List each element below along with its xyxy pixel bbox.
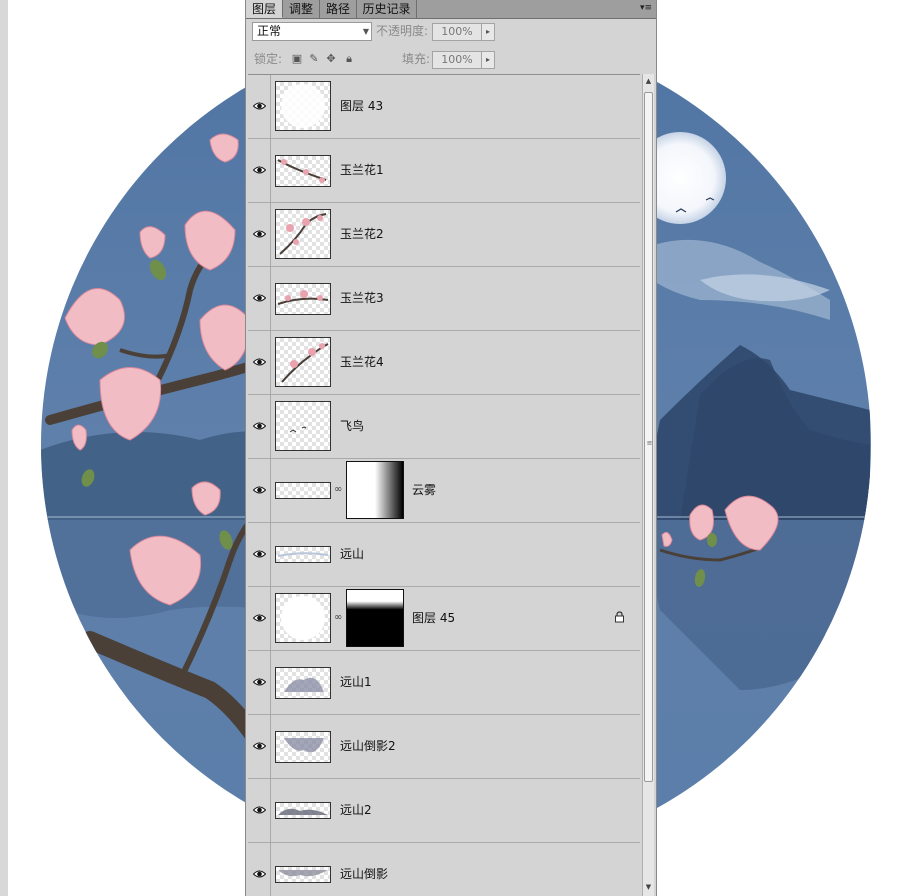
eye-icon bbox=[253, 806, 266, 814]
layer-mask-thumbnail[interactable] bbox=[346, 461, 404, 519]
layer-thumbnail bbox=[275, 731, 331, 763]
visibility-toggle[interactable] bbox=[248, 459, 271, 522]
layer-row[interactable]: 玉兰花3 bbox=[248, 267, 640, 331]
lock-all-icon[interactable]: 🔒︎ bbox=[342, 52, 356, 66]
scroll-down-icon[interactable]: ▼ bbox=[643, 882, 654, 892]
layer-thumbnail bbox=[275, 546, 331, 563]
layer-row[interactable]: 玉兰花2 bbox=[248, 203, 640, 267]
layer-row[interactable]: 远山1 bbox=[248, 651, 640, 715]
panel-menu-icon[interactable]: ▾≡ bbox=[639, 2, 653, 15]
visibility-toggle[interactable] bbox=[248, 523, 271, 586]
eye-icon bbox=[253, 294, 266, 302]
blend-mode-value: 正常 bbox=[257, 24, 282, 38]
visibility-toggle[interactable] bbox=[248, 139, 271, 202]
layer-name[interactable]: 远山 bbox=[340, 523, 364, 586]
layer-thumbnail bbox=[275, 866, 331, 883]
eye-icon bbox=[253, 678, 266, 686]
chevron-down-icon: ▼ bbox=[362, 27, 369, 36]
layer-row[interactable]: 图层 43 bbox=[248, 75, 640, 139]
layer-thumbnail bbox=[275, 667, 331, 699]
layer-thumbnail bbox=[275, 337, 331, 387]
layer-row[interactable]: 玉兰花1 bbox=[248, 139, 640, 203]
lock-move-icon[interactable]: ✥ bbox=[324, 52, 338, 66]
visibility-toggle[interactable] bbox=[248, 75, 271, 138]
eye-icon bbox=[253, 870, 266, 878]
eye-icon bbox=[253, 550, 266, 558]
layers-scrollbar[interactable]: ▲ ≡ ▼ bbox=[642, 74, 654, 896]
opacity-slider-button[interactable]: ▸ bbox=[481, 23, 495, 41]
layers-list: 图层 43 玉兰花1 玉兰花2 玉兰花3 玉兰花4 飞鸟 ∞ 云雾 远山 ∞ 图… bbox=[248, 74, 640, 896]
eye-icon bbox=[253, 166, 266, 174]
layer-name[interactable]: 图层 43 bbox=[340, 75, 383, 138]
layer-row[interactable]: 远山倒影 bbox=[248, 843, 640, 896]
layer-name[interactable]: 飞鸟 bbox=[340, 395, 364, 458]
fill-field[interactable]: 100% bbox=[432, 51, 482, 69]
layer-thumbnail bbox=[275, 283, 331, 315]
eye-icon bbox=[253, 422, 266, 430]
layer-name[interactable]: 玉兰花4 bbox=[340, 331, 384, 394]
visibility-toggle[interactable] bbox=[248, 587, 271, 650]
tab-adjustments[interactable]: 调整 bbox=[283, 0, 320, 18]
eye-icon bbox=[253, 358, 266, 366]
layer-name[interactable]: 玉兰花1 bbox=[340, 139, 384, 202]
visibility-toggle[interactable] bbox=[248, 843, 271, 896]
layer-row[interactable]: ∞ 云雾 bbox=[248, 459, 640, 523]
layer-name[interactable]: 玉兰花2 bbox=[340, 203, 384, 266]
lock-transparent-icon[interactable]: ▣ bbox=[290, 52, 304, 66]
grip-icon: ≡ bbox=[646, 439, 653, 447]
layer-row[interactable]: 飞鸟 bbox=[248, 395, 640, 459]
layer-name[interactable]: 图层 45 bbox=[412, 587, 455, 650]
layer-row[interactable]: 远山 bbox=[248, 523, 640, 587]
visibility-toggle[interactable] bbox=[248, 331, 271, 394]
visibility-toggle[interactable] bbox=[248, 395, 271, 458]
layer-thumbnail bbox=[275, 802, 331, 819]
panel-tabbar: 图层 调整 路径 历史记录 ▾≡ bbox=[246, 0, 656, 19]
layer-thumbnail bbox=[275, 209, 331, 259]
layer-thumbnail bbox=[275, 81, 331, 131]
opacity-field[interactable]: 100% bbox=[432, 23, 482, 41]
link-icon[interactable]: ∞ bbox=[334, 483, 342, 497]
eye-icon bbox=[253, 614, 266, 622]
layer-name[interactable]: 远山2 bbox=[340, 779, 372, 842]
layer-mask-thumbnail[interactable] bbox=[346, 589, 404, 647]
layer-row[interactable]: 玉兰花4 bbox=[248, 331, 640, 395]
layer-name[interactable]: 玉兰花3 bbox=[340, 267, 384, 330]
tab-history[interactable]: 历史记录 bbox=[357, 0, 417, 18]
lock-label: 锁定: bbox=[254, 52, 283, 66]
layer-thumbnail bbox=[275, 593, 331, 643]
fill-slider-button[interactable]: ▸ bbox=[481, 51, 495, 69]
layer-thumbnail bbox=[275, 155, 331, 187]
eye-icon bbox=[253, 102, 266, 110]
layer-thumbnail bbox=[275, 482, 331, 499]
visibility-toggle[interactable] bbox=[248, 715, 271, 778]
layer-name[interactable]: 远山倒影 bbox=[340, 843, 388, 896]
eye-icon bbox=[253, 230, 266, 238]
layer-row[interactable]: 远山2 bbox=[248, 779, 640, 843]
fill-label: 填充: bbox=[402, 52, 431, 66]
tab-layers[interactable]: 图层 bbox=[246, 0, 283, 18]
tab-paths[interactable]: 路径 bbox=[320, 0, 357, 18]
visibility-toggle[interactable] bbox=[248, 203, 271, 266]
lock-brush-icon[interactable]: ✎ bbox=[307, 52, 321, 66]
layer-name[interactable]: 远山1 bbox=[340, 651, 372, 714]
visibility-toggle[interactable] bbox=[248, 651, 271, 714]
blend-mode-select[interactable]: 正常 ▼ bbox=[252, 22, 372, 41]
scrollbar-thumb[interactable]: ≡ bbox=[644, 92, 653, 782]
layer-name[interactable]: 远山倒影2 bbox=[340, 715, 396, 778]
lock-icon bbox=[615, 611, 624, 623]
visibility-toggle[interactable] bbox=[248, 267, 271, 330]
layer-row[interactable]: 远山倒影2 bbox=[248, 715, 640, 779]
layer-name[interactable]: 云雾 bbox=[412, 459, 436, 522]
scroll-up-icon[interactable]: ▲ bbox=[643, 76, 654, 86]
layers-panel: 图层 调整 路径 历史记录 ▾≡ 正常 ▼ 不透明度: 100% ▸ 锁定: ▣… bbox=[245, 0, 657, 896]
eye-icon bbox=[253, 742, 266, 750]
opacity-label: 不透明度: bbox=[376, 24, 429, 38]
layer-thumbnail bbox=[275, 401, 331, 451]
eye-icon bbox=[253, 486, 266, 494]
layer-row[interactable]: ∞ 图层 45 bbox=[248, 587, 640, 651]
link-icon[interactable]: ∞ bbox=[334, 611, 342, 625]
visibility-toggle[interactable] bbox=[248, 779, 271, 842]
